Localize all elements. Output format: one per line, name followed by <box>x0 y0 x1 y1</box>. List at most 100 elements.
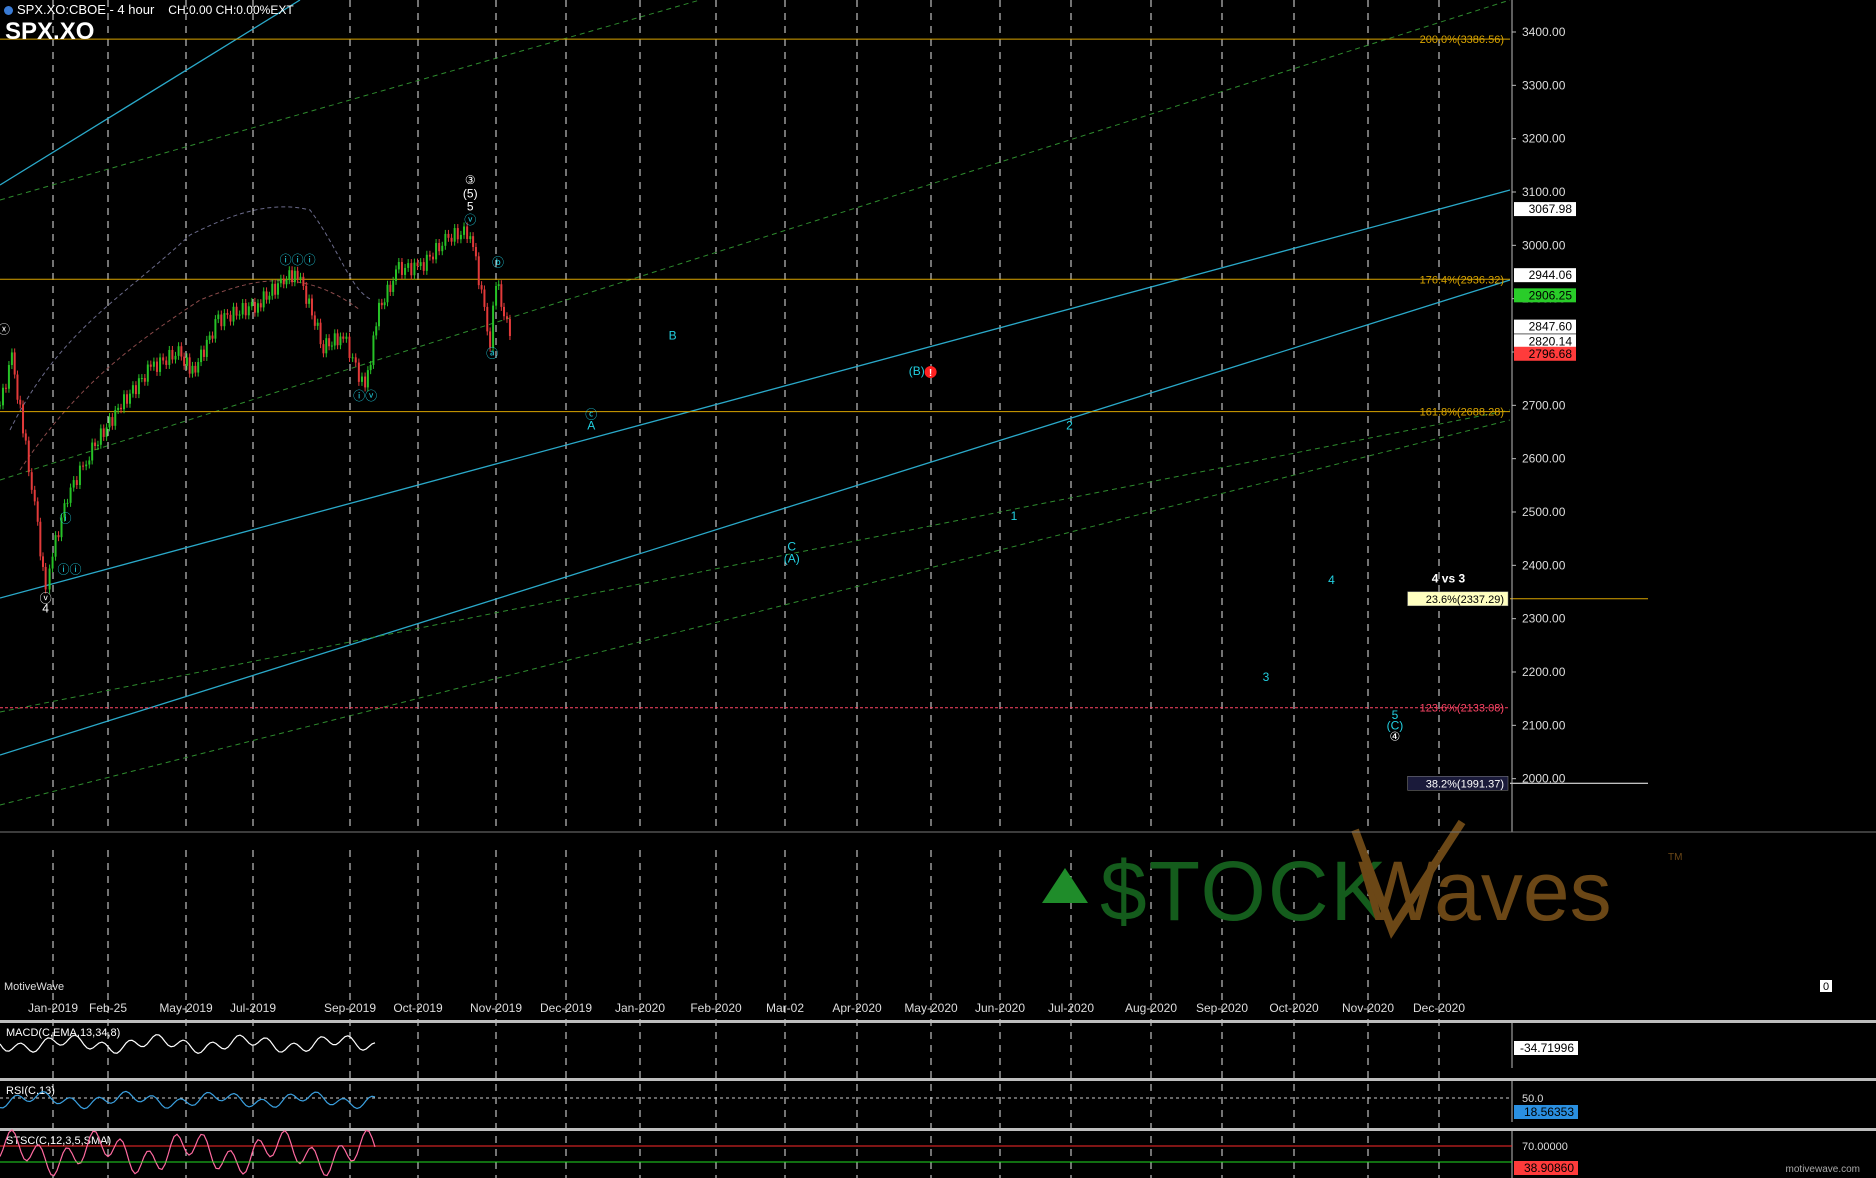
x-tick-label-4: Sep-2019 <box>324 1001 376 1015</box>
candle-body-39 <box>114 409 117 426</box>
candle-body-82 <box>241 303 244 315</box>
candle-body-59 <box>174 355 177 360</box>
wave-label-27: ④ <box>1390 729 1401 743</box>
price-chart[interactable]: 200.0%(3386.56) 176.4%(2936.32) 161.8%(268… <box>0 0 1876 1178</box>
candle-body-135 <box>394 269 397 281</box>
candle-body-151 <box>444 233 447 246</box>
wave-label-20: 1 <box>1011 509 1018 523</box>
candle-body-148 <box>435 242 438 260</box>
candle-body-90 <box>265 291 268 300</box>
candle-body-158 <box>466 226 469 240</box>
candle-body-0 <box>0 405 1 407</box>
wave-label-12: 4 <box>42 601 49 615</box>
candle-body-53 <box>155 361 158 372</box>
candle-body-19 <box>54 535 57 557</box>
candle-body-26 <box>75 480 78 486</box>
wave-label-23: 4 <box>1328 573 1335 587</box>
candle-body-49 <box>143 378 146 382</box>
candle-body-102 <box>299 276 302 280</box>
price-tag-label-3: 2847.60 <box>1529 320 1573 334</box>
candle-body-153 <box>450 237 453 242</box>
candle-body-32 <box>94 442 97 447</box>
candle-body-27 <box>78 465 81 486</box>
x-tick-label-10: Mar-02 <box>766 1001 804 1015</box>
y-tick-label-2: 2200.00 <box>1522 665 1566 679</box>
y-tick-label-10: 3000.00 <box>1522 238 1566 252</box>
wave-label-13: B <box>669 329 677 343</box>
change-readout: CH:0.00 CH:0.00%EXT <box>168 3 294 17</box>
indicator-value-label-2: 38.90860 <box>1524 1161 1574 1175</box>
candle-body-170 <box>500 284 503 307</box>
candle-body-97 <box>285 280 288 285</box>
y-tick-label-12: 3200.00 <box>1522 132 1566 146</box>
candle-body-80 <box>235 306 238 316</box>
candle-body-76 <box>223 313 226 327</box>
candle-body-47 <box>137 378 140 395</box>
candle-body-109 <box>319 322 322 345</box>
candle-body-72 <box>211 335 214 339</box>
candle-body-86 <box>253 301 256 313</box>
candle-body-18 <box>51 556 54 569</box>
y-tick-label-0: 2000.00 <box>1522 772 1566 786</box>
candle-body-100 <box>293 270 296 283</box>
candle-body-38 <box>111 417 114 426</box>
candle-body-4 <box>10 352 13 366</box>
candle-body-172 <box>505 316 508 319</box>
candle-body-35 <box>102 428 105 437</box>
footer-credit: motivewave.com <box>1786 1164 1860 1175</box>
candle-body-161 <box>474 247 477 257</box>
candle-body-79 <box>232 306 235 322</box>
candle-body-134 <box>392 280 395 292</box>
wave-label-6: ⓐ <box>486 346 498 360</box>
fib-level-label-4: 123.6%(2133.08) <box>1420 703 1504 715</box>
x-tick-label-8: Jan-2020 <box>615 1001 665 1015</box>
price-tag-label-0: 3067.98 <box>1529 202 1573 216</box>
candle-body-74 <box>217 314 220 320</box>
wave-label-10: ⓘⓘ <box>57 562 81 576</box>
candle-body-78 <box>229 314 232 322</box>
wave-label-24: 4 vs 3 <box>1432 571 1466 585</box>
candle-body-147 <box>432 256 435 260</box>
logo-tm-text: TM <box>1668 852 1682 863</box>
candle-body-115 <box>336 333 339 346</box>
price-tag-label-2: 2906.25 <box>1529 288 1573 302</box>
candle-body-113 <box>330 345 333 347</box>
x-tick-label-11: Apr-2020 <box>832 1001 882 1015</box>
candle-body-145 <box>425 254 428 271</box>
candle-body-152 <box>447 233 450 238</box>
y-tick-label-3: 2300.00 <box>1522 612 1566 626</box>
candle-body-43 <box>125 394 128 404</box>
wave-label-22: 3 <box>1263 670 1270 684</box>
candle-body-45 <box>131 385 134 394</box>
chart-title-bar: SPX.XO:CBOE - 4 hour CH:0.00 CH:0.00%EXT <box>4 2 294 17</box>
candle-body-156 <box>459 234 462 240</box>
candle-body-64 <box>188 357 191 374</box>
fib-level-label-0: 200.0%(3386.56) <box>1420 34 1504 46</box>
candle-body-167 <box>492 305 495 348</box>
candle-body-101 <box>296 270 299 280</box>
candle-body-11 <box>30 472 33 490</box>
candle-body-58 <box>171 349 174 360</box>
candle-body-165 <box>486 306 489 332</box>
candle-body-34 <box>99 428 102 445</box>
candle-body-128 <box>375 326 378 336</box>
watermark-label: MotiveWave <box>4 981 64 993</box>
candle-body-16 <box>44 566 47 590</box>
y-tick-label-14: 3400.00 <box>1522 25 1566 39</box>
x-tick-label-17: Oct-2020 <box>1269 1001 1319 1015</box>
candle-body-42 <box>123 394 126 410</box>
fib-level-label-5: 38.2%(1991.37) <box>1426 778 1504 790</box>
candle-body-40 <box>117 407 120 410</box>
x-tick-label-6: Nov-2019 <box>470 1001 522 1015</box>
candle-body-44 <box>128 393 131 404</box>
indicator-name-2: STSC(C,12,3,5,SMA) <box>6 1135 111 1147</box>
candle-body-131 <box>383 302 386 306</box>
x-tick-label-13: Jun-2020 <box>975 1001 1025 1015</box>
candle-body-111 <box>325 338 328 354</box>
candle-body-93 <box>274 283 277 295</box>
wave-label-9: ⓘ <box>59 512 71 526</box>
wave-label-7: ⓘⓘⓘ <box>280 253 316 267</box>
candle-body-13 <box>36 501 39 522</box>
x-tick-label-7: Dec-2019 <box>540 1001 592 1015</box>
candle-body-28 <box>82 465 85 467</box>
